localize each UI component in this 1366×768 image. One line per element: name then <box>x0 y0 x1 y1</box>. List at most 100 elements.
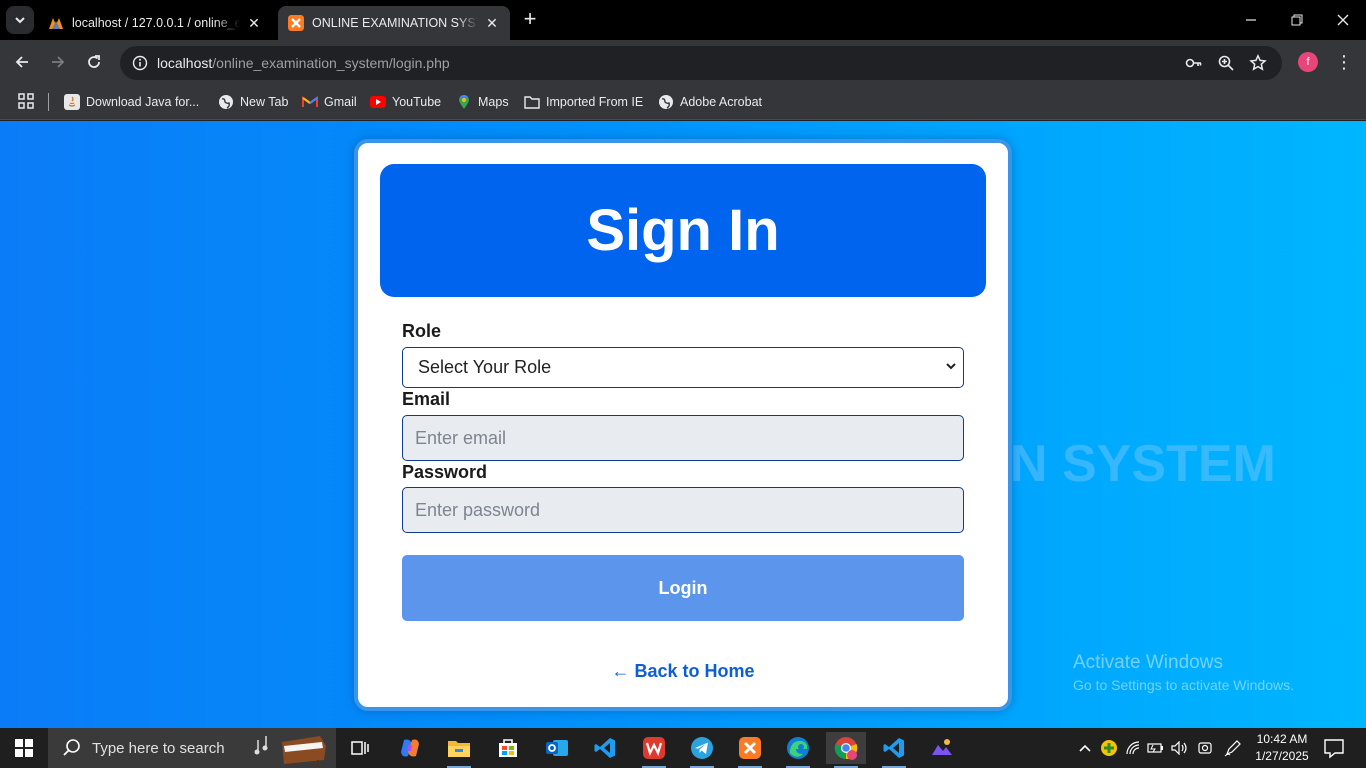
role-select[interactable]: Select Your Role <box>402 347 964 388</box>
chrome-app[interactable] <box>826 732 866 768</box>
xampp-app[interactable] <box>730 732 770 768</box>
password-label: Password <box>402 462 488 482</box>
bookmark-label: New Tab <box>240 95 289 109</box>
chrome-icon <box>834 737 858 760</box>
task-view-icon <box>351 741 369 755</box>
piano-music-icon <box>254 736 326 766</box>
page-viewport: N SYSTEM Sign In Role Select Your Role E… <box>0 121 1366 728</box>
login-button[interactable]: Login <box>402 555 964 621</box>
meet-now-button[interactable] <box>1194 728 1216 768</box>
bookmark-star-icon[interactable] <box>1248 53 1268 73</box>
taskbar: Type here to search 10:42 AM 1/27/2025 <box>0 728 1366 768</box>
bookmark-gmail[interactable]: Gmail <box>302 92 357 112</box>
edge-app[interactable] <box>778 732 818 768</box>
arrow-right-icon <box>52 56 65 68</box>
chevron-down-icon <box>15 17 25 24</box>
phpmyadmin-icon <box>49 18 63 29</box>
gmail-icon <box>302 94 318 110</box>
tray-overflow-button[interactable] <box>1074 728 1096 768</box>
background-title-text: N SYSTEM <box>1010 435 1276 493</box>
role-select-value: Select Your Role <box>418 357 552 377</box>
role-label: Role <box>402 321 442 341</box>
java-icon <box>64 94 80 110</box>
tab-online-exam[interactable]: ONLINE EXAMINATION SYSTEM ✕ <box>278 6 510 40</box>
vscode-icon <box>594 738 615 758</box>
volume-control[interactable] <box>1170 728 1190 768</box>
vscode-app-2[interactable] <box>874 732 914 768</box>
xampp-icon <box>288 15 304 31</box>
close-icon[interactable]: ✕ <box>484 15 500 32</box>
pen-menu-button[interactable] <box>1222 728 1244 768</box>
telegram-app[interactable] <box>682 732 722 768</box>
bookmark-new-tab[interactable]: New Tab <box>218 92 288 112</box>
task-view-button[interactable] <box>340 732 380 764</box>
outlook-app[interactable] <box>537 732 577 764</box>
close-icon[interactable]: ✕ <box>246 15 262 32</box>
clock-time: 10:42 AM <box>1256 732 1308 746</box>
back-button[interactable] <box>8 48 36 76</box>
start-button[interactable] <box>0 728 48 768</box>
address-bar[interactable]: localhost/online_examination_system/logi… <box>120 46 1282 80</box>
wps-icon <box>643 737 665 759</box>
youtube-icon <box>370 94 386 110</box>
restore-button[interactable] <box>1274 0 1320 40</box>
bookmark-label: Imported From IE <box>546 95 644 109</box>
globe-icon <box>658 94 674 110</box>
system-clock[interactable]: 10:42 AM 1/27/2025 <box>1250 731 1314 765</box>
notification-icon[interactable] <box>1322 736 1346 760</box>
camera-icon <box>1198 742 1212 754</box>
bookmark-adobe-acrobat[interactable]: Adobe Acrobat <box>658 92 762 112</box>
back-to-home-link[interactable]: ← Back to Home <box>358 661 1008 682</box>
taskbar-search-box[interactable]: Type here to search <box>48 728 336 768</box>
bookmark-maps[interactable]: Maps <box>456 92 509 112</box>
battery-icon <box>1147 743 1163 753</box>
browser-toolbar: localhost/online_examination_system/logi… <box>0 40 1366 85</box>
zoom-icon[interactable] <box>1216 53 1236 73</box>
maps-pin-icon <box>456 94 472 110</box>
pen-icon <box>1224 740 1241 757</box>
password-key-icon[interactable] <box>1184 53 1204 73</box>
password-field[interactable] <box>402 487 964 533</box>
bookmark-label: Gmail <box>324 95 357 109</box>
vscode-app[interactable] <box>585 732 625 764</box>
wifi-icon <box>1126 741 1140 755</box>
file-explorer-app[interactable] <box>439 732 479 768</box>
minimize-button[interactable] <box>1228 0 1274 40</box>
tray-app-icon[interactable] <box>1098 728 1120 768</box>
copilot-app[interactable] <box>390 732 430 764</box>
site-info-icon[interactable] <box>128 51 152 75</box>
reload-icon <box>88 55 100 68</box>
wps-office-app[interactable] <box>634 732 674 768</box>
new-tab-button[interactable]: + <box>518 8 542 32</box>
browser-menu-icon[interactable]: ⋮ <box>1334 50 1354 74</box>
network-status[interactable] <box>1124 728 1144 768</box>
microsoft-store-app[interactable] <box>488 732 528 764</box>
bookmark-folder-imported-ie[interactable]: Imported From IE <box>524 92 643 112</box>
apps-grid-icon[interactable] <box>18 93 34 109</box>
windows-logo-icon <box>15 739 33 757</box>
window-close-button[interactable] <box>1320 0 1366 40</box>
chevron-up-icon <box>1079 744 1091 752</box>
minimize-icon <box>1246 19 1256 21</box>
tab-title: localhost / 127.0.0.1 / online_exam <box>72 16 240 30</box>
photos-app[interactable] <box>922 732 962 764</box>
close-icon <box>1337 14 1349 26</box>
battery-status[interactable] <box>1146 728 1166 768</box>
email-field[interactable] <box>402 415 964 461</box>
outlook-icon <box>546 740 568 756</box>
profile-avatar[interactable]: f <box>1298 52 1318 72</box>
restore-icon <box>1291 14 1303 26</box>
folder-icon <box>524 94 540 110</box>
update-badge-icon <box>1101 740 1117 756</box>
reload-button[interactable] <box>80 48 108 76</box>
store-icon <box>499 739 517 757</box>
tab-search-button[interactable] <box>6 6 34 34</box>
bookmark-youtube[interactable]: YouTube <box>370 92 441 112</box>
bookmark-download-java[interactable]: Download Java for... <box>64 92 199 112</box>
tab-phpmyadmin[interactable]: localhost / 127.0.0.1 / online_exam ✕ <box>38 6 272 40</box>
forward-button[interactable] <box>44 48 72 76</box>
search-icon <box>63 739 80 756</box>
activate-subtitle: Go to Settings to activate Windows. <box>1073 677 1294 693</box>
chevron-down-icon <box>946 363 956 370</box>
url-text[interactable]: localhost/online_examination_system/logi… <box>157 55 450 71</box>
